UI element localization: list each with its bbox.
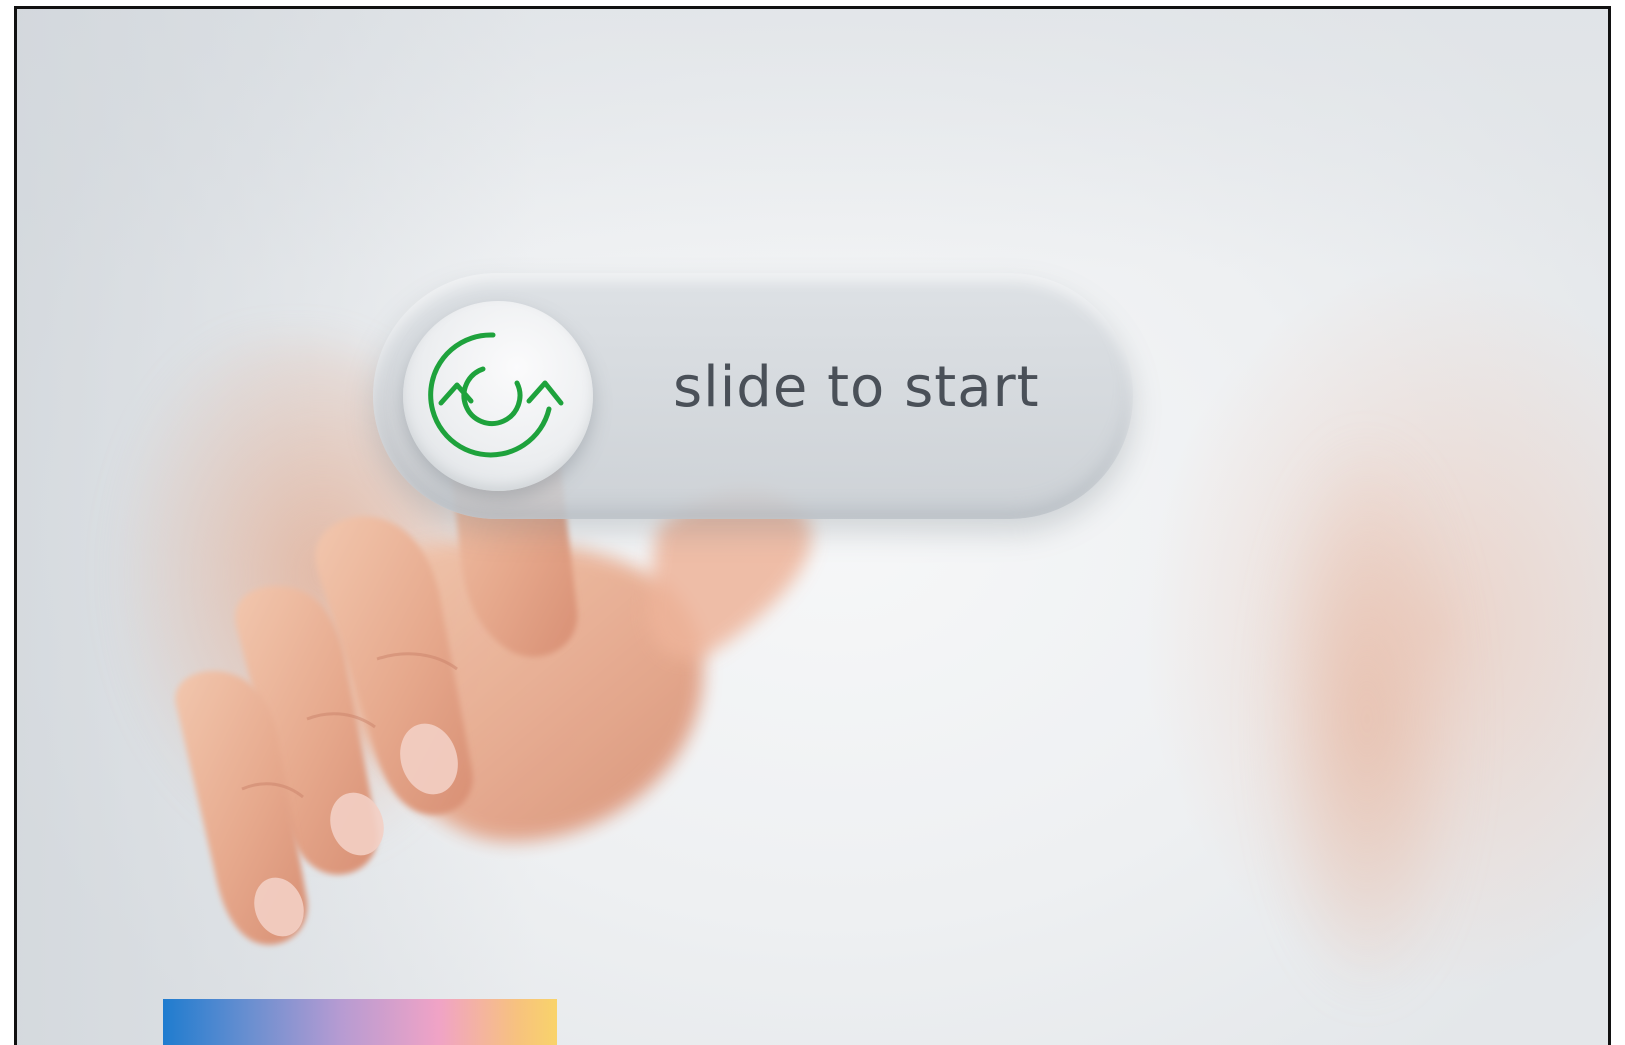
slider-knob[interactable]: [403, 301, 593, 491]
refresh-arrows-icon: [428, 332, 564, 458]
brand-color-bar: [163, 999, 557, 1045]
slide-to-start-slider[interactable]: slide to start: [373, 273, 1133, 519]
photo-frame: slide to start: [14, 6, 1611, 1045]
pointing-hand-image: [175, 405, 812, 945]
slider-label: slide to start: [673, 355, 1040, 420]
